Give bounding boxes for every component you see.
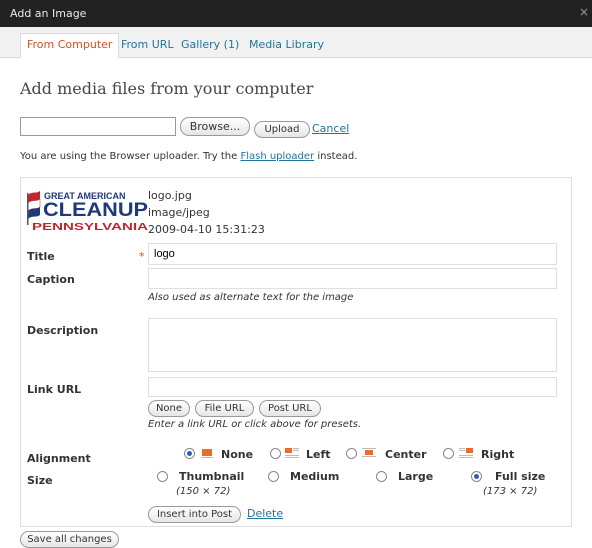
link-file-url-button[interactable]: File URL	[195, 400, 254, 417]
tab-bar: From Computer From URL Gallery (1) Media…	[0, 27, 592, 58]
align-none-icon	[201, 449, 213, 458]
align-center-label: Center	[385, 448, 427, 461]
logo-line-3: PENNSYLVANIA	[32, 222, 148, 232]
save-all-changes-button[interactable]: Save all changes	[20, 531, 119, 548]
caption-help: Also used as alternate text for the imag…	[148, 292, 354, 303]
dialog-titlebar: Add an Image ×	[0, 0, 592, 27]
required-mark: *	[139, 250, 145, 263]
size-medium-radio[interactable]	[268, 471, 279, 482]
description-label: Description	[27, 324, 99, 337]
align-left-label: Left	[306, 448, 331, 461]
tab-from-computer[interactable]: From Computer	[20, 33, 120, 58]
align-center-radio[interactable]	[346, 448, 357, 459]
align-left-icon	[285, 448, 299, 458]
align-right-radio[interactable]	[443, 448, 454, 459]
link-url-help: Enter a link URL or click above for pres…	[148, 419, 362, 430]
link-url-input[interactable]	[148, 377, 557, 397]
caption-input[interactable]	[148, 268, 557, 289]
link-url-label: Link URL	[27, 383, 82, 396]
size-full-radio[interactable]	[471, 471, 482, 482]
dialog-title: Add an Image	[10, 7, 87, 20]
cancel-link[interactable]: Cancel	[312, 122, 349, 135]
tab-media-library[interactable]: Media Library	[243, 33, 330, 57]
uploader-note-suffix: instead.	[314, 151, 358, 162]
logo-line-2: CLEANUP	[43, 200, 148, 221]
delete-link[interactable]: Delete	[247, 507, 283, 520]
align-left-radio[interactable]	[270, 448, 281, 459]
align-none-radio[interactable]	[184, 448, 195, 459]
link-none-button[interactable]: None	[148, 400, 190, 417]
size-thumbnail-dims: (150 × 72)	[176, 486, 231, 497]
size-full-label: Full size	[495, 470, 546, 483]
tab-from-url[interactable]: From URL	[115, 33, 180, 57]
size-large-radio[interactable]	[376, 471, 387, 482]
flash-uploader-link[interactable]: Flash uploader	[240, 151, 314, 162]
close-icon[interactable]: ×	[579, 5, 589, 19]
file-name: logo.jpg	[148, 189, 192, 202]
caption-label: Caption	[27, 273, 75, 286]
tab-gallery[interactable]: Gallery (1)	[175, 33, 245, 57]
align-none-label: None	[221, 448, 254, 461]
size-thumbnail-radio[interactable]	[157, 471, 168, 482]
uploader-note: You are using the Browser uploader. Try …	[20, 151, 357, 162]
align-right-icon	[459, 448, 473, 458]
size-full-dims: (173 × 72)	[483, 486, 538, 497]
page-heading: Add media files from your computer	[20, 79, 314, 98]
uploader-note-prefix: You are using the Browser uploader. Try …	[20, 151, 241, 162]
description-textarea[interactable]	[148, 318, 557, 372]
alignment-label: Alignment	[27, 452, 91, 465]
align-right-label: Right	[481, 448, 515, 461]
media-thumbnail: GREAT AMERICAN CLEANUP PENNSYLVANIA	[27, 191, 148, 232]
flag-icon	[27, 191, 41, 225]
link-post-url-button[interactable]: Post URL	[259, 400, 321, 417]
file-type: image/jpeg	[148, 206, 210, 219]
size-thumbnail-label: Thumbnail	[179, 470, 245, 483]
size-label: Size	[27, 474, 53, 487]
browse-button[interactable]: Browse...	[180, 117, 250, 136]
title-input[interactable]	[148, 243, 557, 265]
file-path-input[interactable]	[20, 117, 176, 136]
size-medium-label: Medium	[290, 470, 340, 483]
size-large-label: Large	[398, 470, 434, 483]
title-label: Title	[27, 250, 55, 263]
insert-into-post-button[interactable]: Insert into Post	[148, 506, 241, 523]
align-center-icon	[362, 448, 376, 457]
file-date: 2009-04-10 15:31:23	[148, 223, 265, 236]
upload-button[interactable]: Upload	[254, 121, 310, 138]
